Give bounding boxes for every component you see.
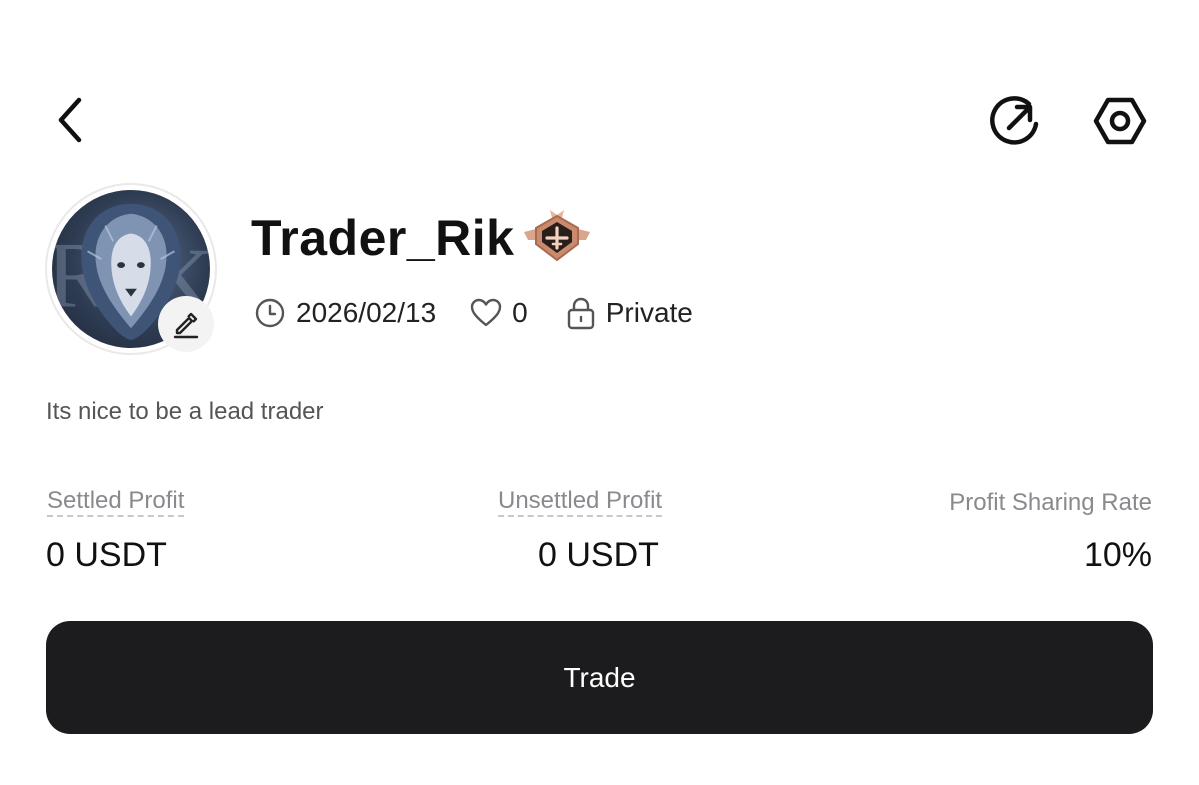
username: Trader_Rik [251, 210, 515, 266]
share-arrow-icon [990, 96, 1039, 145]
hexagon-gear-icon [1093, 97, 1147, 145]
back-button[interactable] [44, 92, 96, 148]
likes-count-text: 0 [512, 297, 528, 328]
settings-button[interactable] [1092, 94, 1148, 148]
trade-button-label: Trade [563, 661, 636, 693]
heart-icon [470, 298, 502, 327]
bio-text: Its nice to be a lead trader [46, 398, 324, 425]
profit-sharing-rate-value: 10% [1083, 536, 1152, 574]
trader-profile-page: R K Trader_Rik 2026/02/13 0 Private Its … [0, 0, 1199, 785]
settled-profit-label[interactable]: Settled Profit [47, 487, 185, 517]
visibility-text: Private [605, 297, 693, 328]
created-date: 2026/02/13 [254, 297, 436, 329]
unsettled-profit-value: 0 USDT [538, 536, 659, 574]
rank-badge-icon [520, 206, 594, 266]
settled-profit-value: 0 USDT [46, 536, 167, 574]
share-button[interactable] [988, 94, 1044, 148]
created-date-text: 2026/02/13 [296, 297, 437, 328]
chevron-left-icon [58, 97, 82, 143]
trade-button[interactable]: Trade [46, 621, 1153, 734]
profit-sharing-rate-label: Profit Sharing Rate [949, 489, 1152, 516]
unsettled-profit-label[interactable]: Unsettled Profit [498, 487, 663, 517]
pencil-icon [173, 312, 199, 339]
likes-count[interactable]: 0 [470, 297, 528, 329]
clock-icon [255, 298, 285, 328]
profile-meta-row: 2026/02/13 0 Private [254, 292, 693, 334]
visibility-status: Private [566, 296, 693, 330]
edit-avatar-button[interactable] [158, 296, 214, 352]
lock-icon [567, 297, 594, 330]
